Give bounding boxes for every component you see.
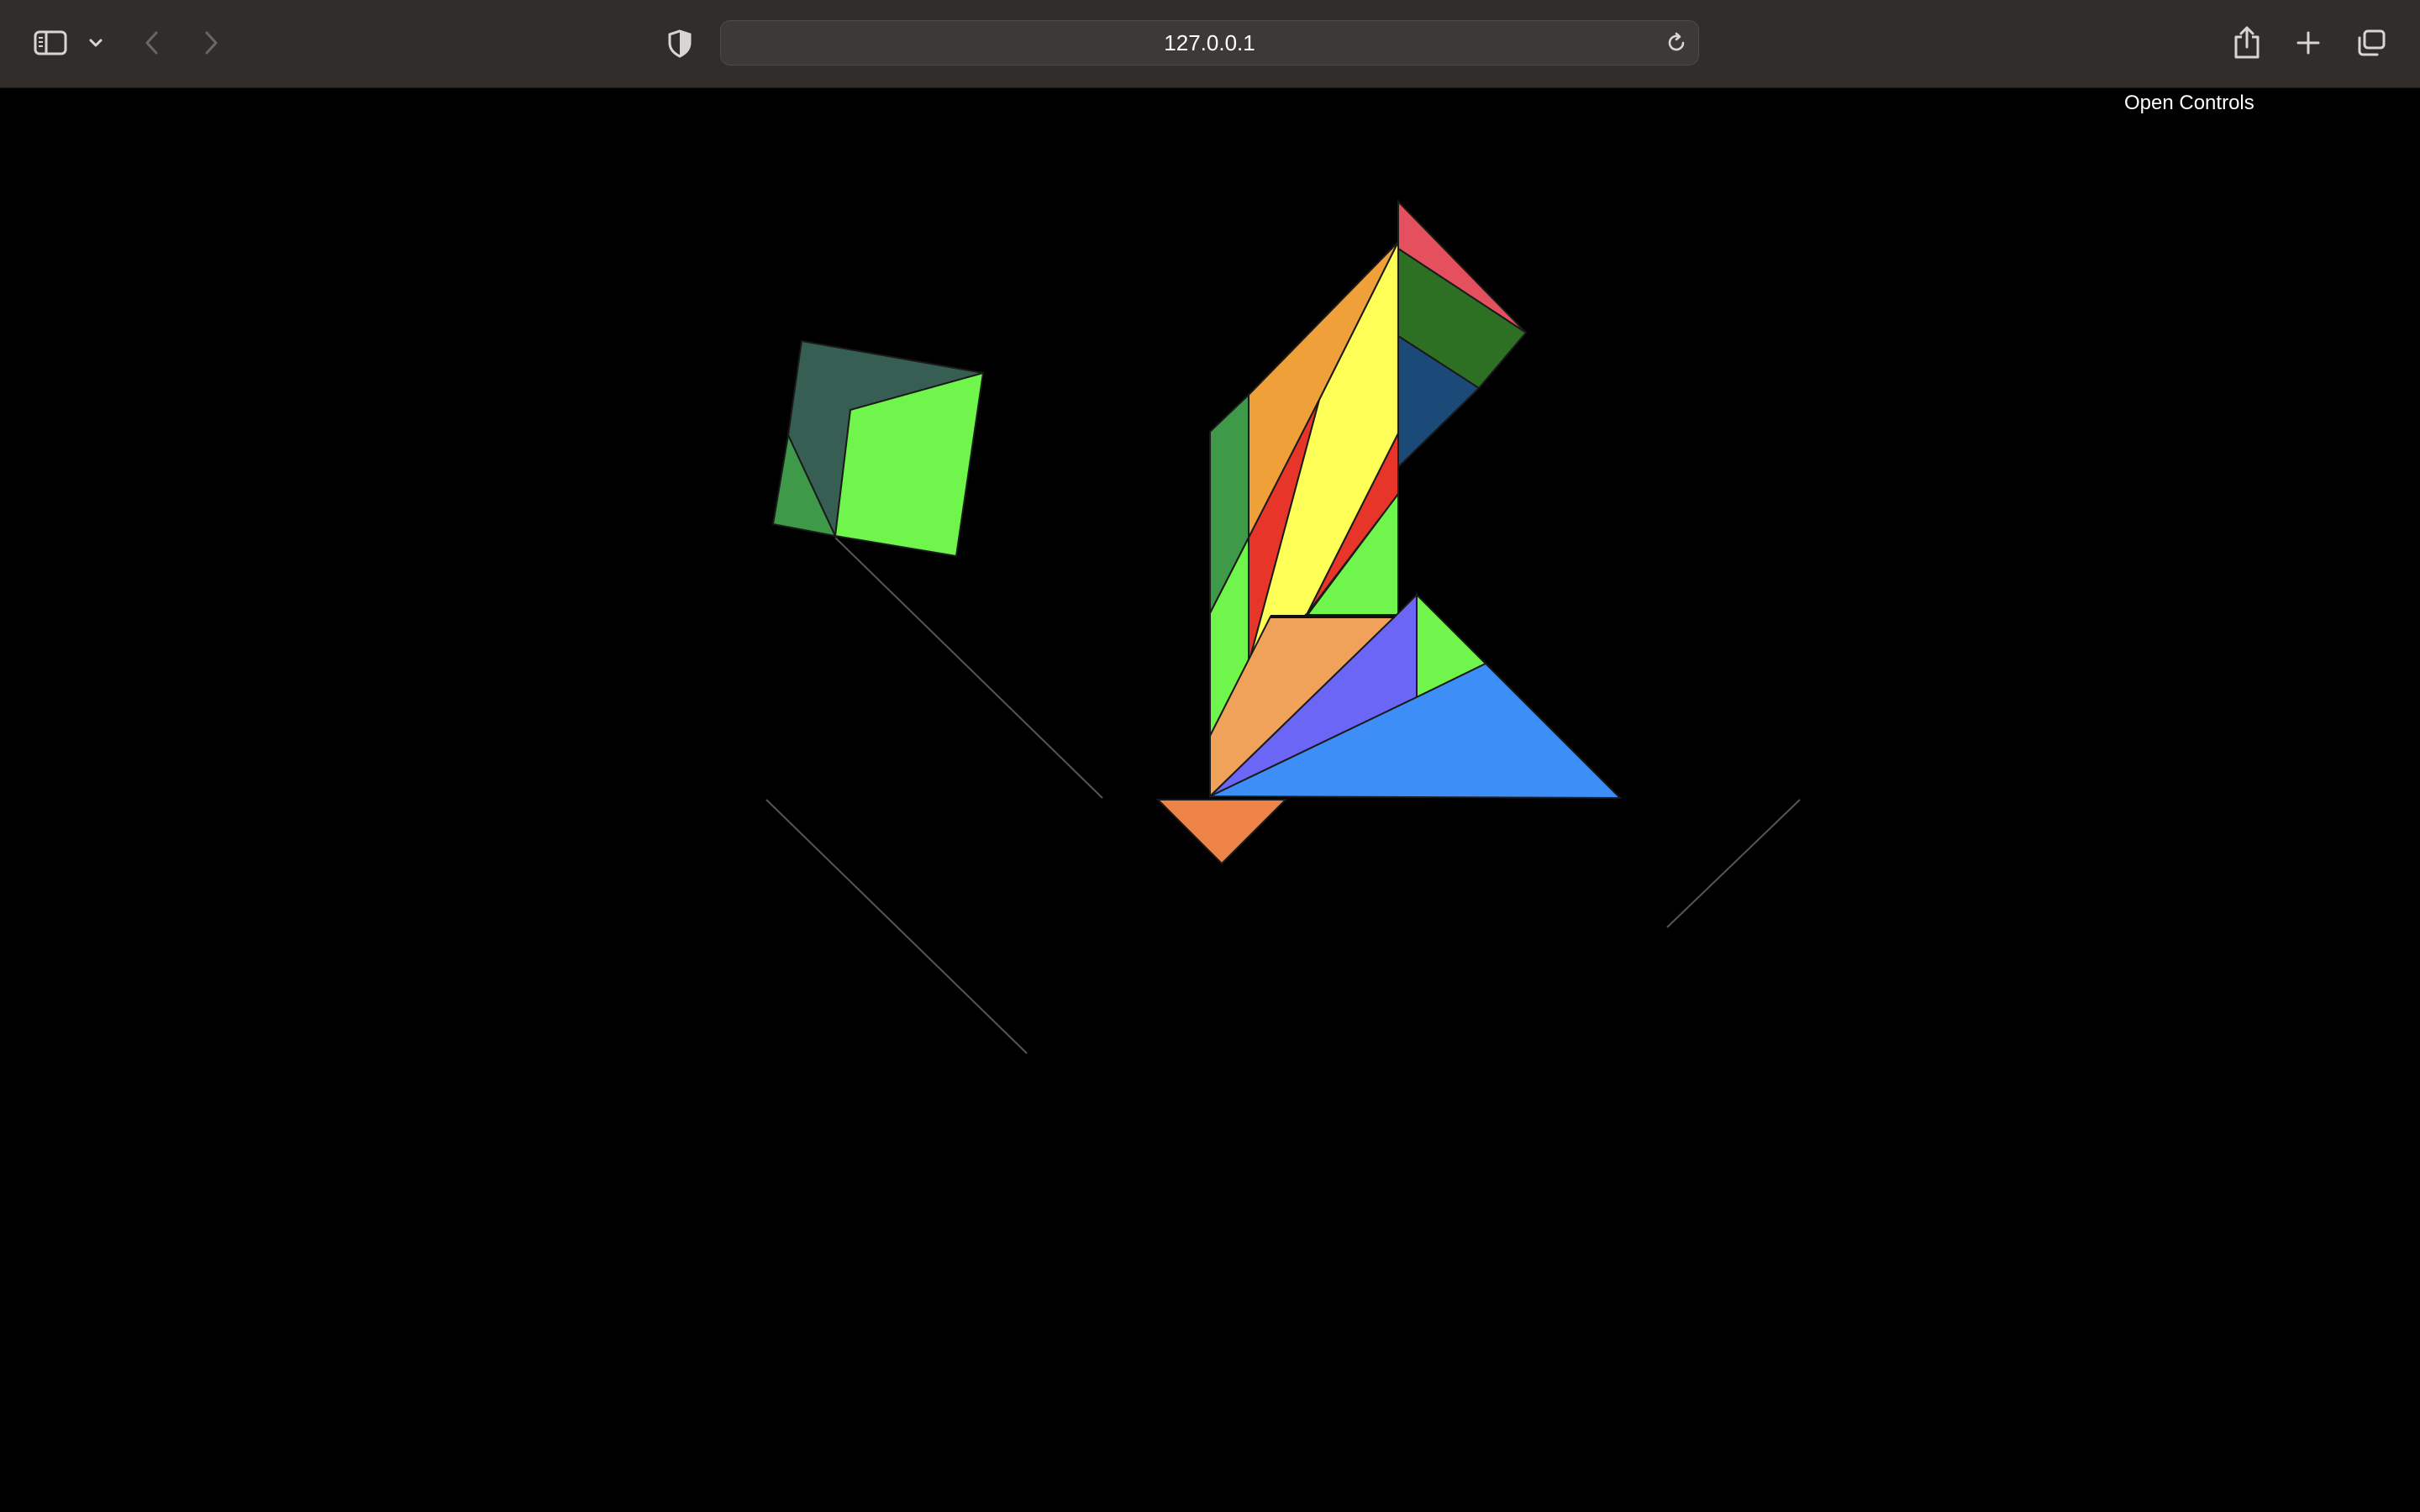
tangram-canvas [765, 199, 1801, 1054]
guide-line [834, 537, 1103, 799]
open-controls-button[interactable]: Open Controls [2124, 92, 2254, 115]
guide-line [765, 799, 1028, 1054]
guide-line [1666, 799, 1801, 928]
coral-triangle-piece [1155, 799, 1288, 865]
